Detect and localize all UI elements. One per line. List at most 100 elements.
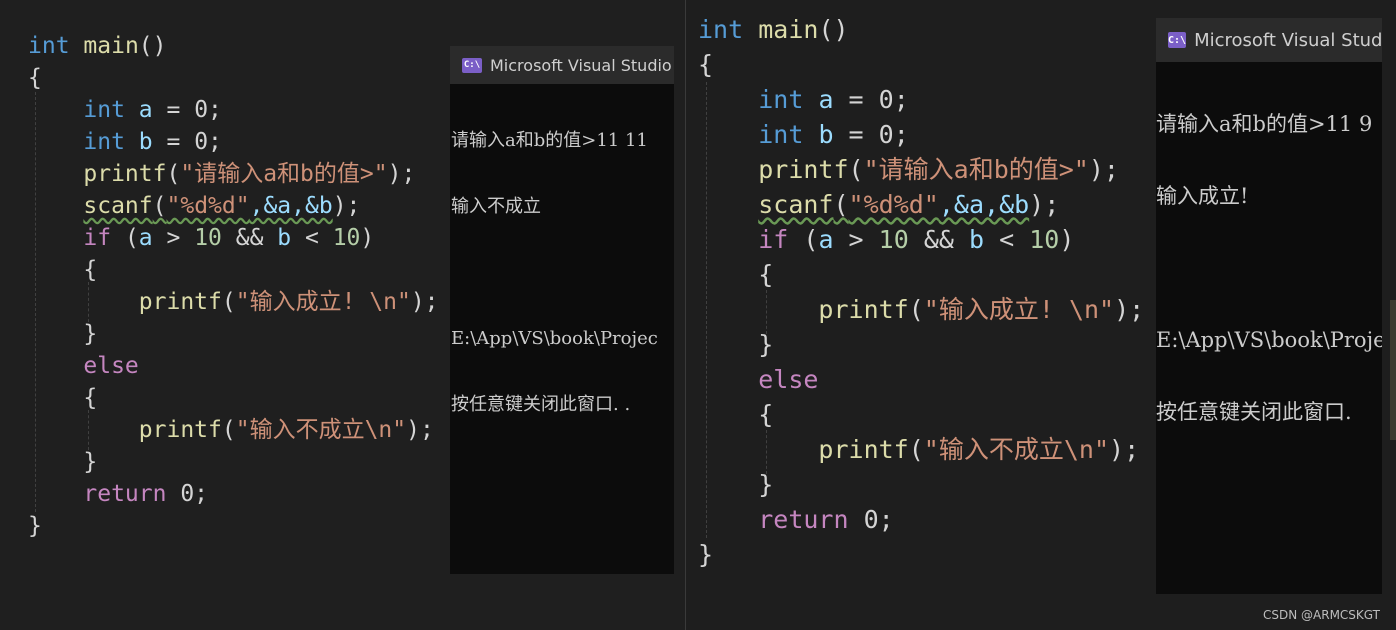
code-token: { xyxy=(758,260,774,289)
right-screenshot-panel: int main(){ int a = 0; int b = 0; printf… xyxy=(686,0,1396,630)
code-token: a xyxy=(818,85,834,114)
code-token: ); xyxy=(1109,435,1140,464)
code-token: ) xyxy=(360,225,375,251)
code-token: "请输入a和b的值>" xyxy=(863,155,1089,184)
console-output: 请输入a和b的值>11 9 输入成立! E:\App\VS\book\Proje… xyxy=(1156,64,1382,472)
code-token: a xyxy=(138,97,153,123)
vs-debug-console-icon: C:\ xyxy=(1168,32,1187,48)
code-token: ); xyxy=(1088,155,1119,184)
code-token: b xyxy=(138,129,153,155)
code-line: return 0; xyxy=(28,478,439,510)
code-line: scanf("%d%d",&a,&b); xyxy=(28,190,439,222)
code-token: } xyxy=(28,513,42,539)
code-token: printf xyxy=(138,289,222,315)
console-line: 请输入a和b的值>11 9 xyxy=(1156,112,1373,136)
code-token: scanf xyxy=(758,190,834,219)
code-line: printf("输入不成立\n"); xyxy=(698,432,1144,467)
code-token: int xyxy=(698,15,744,44)
code-token: > xyxy=(833,225,879,254)
code-token: else xyxy=(83,353,139,379)
code-token: && xyxy=(908,225,969,254)
code-token: 0; xyxy=(166,481,209,507)
console-line: 输入成立! xyxy=(1156,184,1249,208)
code-line: else xyxy=(698,362,1144,397)
code-token: = 0; xyxy=(152,97,222,123)
background-window-edge xyxy=(1390,300,1396,440)
code-token: ( xyxy=(848,155,864,184)
code-token: a xyxy=(818,225,834,254)
code-token: scanf xyxy=(83,193,153,219)
indent-guide xyxy=(706,82,707,538)
code-token: { xyxy=(28,65,42,91)
indent-guide xyxy=(35,92,36,512)
code-token: = 0; xyxy=(833,120,909,149)
code-line: printf("请输入a和b的值>"); xyxy=(28,158,439,190)
code-line: } xyxy=(698,467,1144,502)
code-token: ,&a,&b xyxy=(249,193,333,219)
code-line: { xyxy=(698,257,1144,292)
debug-console-window[interactable]: C:\ Microsoft Visual Stud 请输入a和b的值>11 9 … xyxy=(1156,18,1382,594)
code-line: else xyxy=(28,350,439,382)
code-line: } xyxy=(698,537,1144,572)
code-token: < xyxy=(984,225,1030,254)
code-token: if xyxy=(758,225,789,254)
code-line: printf("请输入a和b的值>"); xyxy=(698,152,1144,187)
code-token: < xyxy=(291,225,333,251)
console-line: E:\App\VS\book\Proje xyxy=(1156,328,1382,352)
code-token: = 0; xyxy=(152,129,222,155)
code-token: int xyxy=(758,120,804,149)
console-title: Microsoft Visual Stud xyxy=(1194,29,1382,51)
code-line: int b = 0; xyxy=(28,126,439,158)
code-token: ( xyxy=(152,193,167,219)
console-title-bar[interactable]: C:\ Microsoft Visual Studio xyxy=(450,46,674,84)
code-token: 10 xyxy=(878,225,909,254)
code-token: printf xyxy=(818,435,909,464)
code-line: int main() xyxy=(698,12,1144,47)
code-token: ); xyxy=(1029,190,1060,219)
warning-squiggle[interactable]: scanf("%d%d",&a,&b xyxy=(83,193,332,219)
console-line: E:\App\VS\book\Projec xyxy=(451,328,658,349)
code-token: ( xyxy=(221,289,236,315)
warning-squiggle[interactable]: scanf("%d%d",&a,&b xyxy=(758,190,1029,219)
code-token: } xyxy=(758,330,774,359)
code-token: ( xyxy=(111,225,139,251)
code-line: { xyxy=(28,62,439,94)
code-token: "输入成立! \n" xyxy=(923,295,1115,324)
code-token: int xyxy=(83,129,125,155)
code-token: "%d%d" xyxy=(848,190,939,219)
code-token: return xyxy=(758,505,849,534)
code-line: return 0; xyxy=(698,502,1144,537)
code-token: ); xyxy=(332,193,361,219)
code-line: { xyxy=(28,382,439,414)
code-token: int xyxy=(83,97,125,123)
code-line: } xyxy=(28,446,439,478)
code-token: ); xyxy=(410,289,439,315)
code-token: ( xyxy=(221,417,236,443)
indent-guide xyxy=(88,410,89,450)
console-output: 请输入a和b的值>11 11 输入不成立 E:\App\VS\book\Proj… xyxy=(450,86,674,460)
code-token: () xyxy=(138,33,167,59)
debug-console-window[interactable]: C:\ Microsoft Visual Studio 请输入a和b的值>11 … xyxy=(450,46,674,574)
code-line: int main() xyxy=(28,30,439,62)
code-token: ,&a,&b xyxy=(938,190,1030,219)
code-token: "请输入a和b的值>" xyxy=(180,161,388,187)
code-token: ( xyxy=(166,161,181,187)
code-line: } xyxy=(28,318,439,350)
code-token: ); xyxy=(406,417,434,443)
code-token: int xyxy=(758,85,804,114)
console-line: 请输入a和b的值>11 11 xyxy=(451,130,648,151)
code-token: { xyxy=(83,257,98,283)
console-line: 按任意键关闭此窗口. xyxy=(1156,400,1352,424)
console-line: 输入不成立 xyxy=(451,196,541,217)
code-token: "输入成立! \n" xyxy=(235,289,411,315)
code-line: printf("输入成立! \n"); xyxy=(28,286,439,318)
code-token: ( xyxy=(788,225,819,254)
code-token: else xyxy=(758,365,819,394)
code-line: scanf("%d%d",&a,&b); xyxy=(698,187,1144,222)
code-line: printf("输入不成立\n"); xyxy=(28,414,439,446)
code-token: } xyxy=(83,449,98,475)
console-title-bar[interactable]: C:\ Microsoft Visual Stud xyxy=(1156,18,1382,62)
code-token: } xyxy=(758,470,774,499)
